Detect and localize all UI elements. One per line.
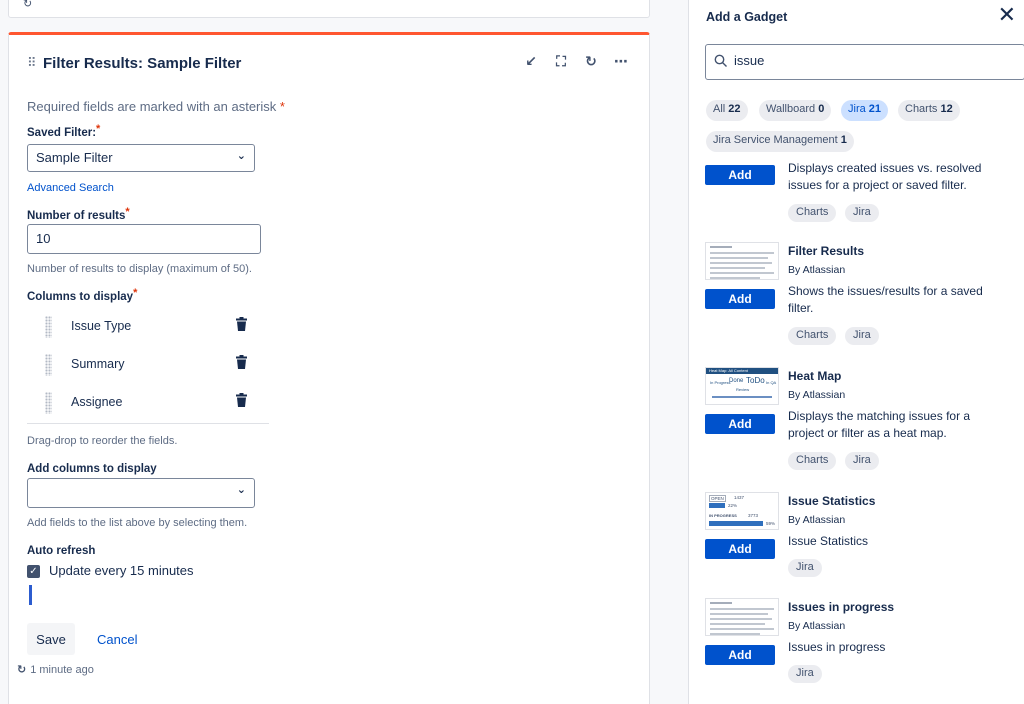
tag: Jira	[845, 204, 879, 222]
thumbnail-text: 22%	[728, 503, 738, 508]
previous-gadget-card: ↻	[8, 0, 650, 18]
refresh-icon: ↻	[23, 0, 33, 10]
gadget-header: ⠿ Filter Results: Sample Filter ↙ ⛶ ↻ ⋯	[9, 35, 649, 91]
thumbnail-text: Done	[729, 378, 744, 384]
tag: Charts	[788, 327, 837, 345]
minimize-icon[interactable]: ↙	[523, 53, 539, 70]
gadget-thumbnail	[705, 242, 779, 280]
add-button[interactable]: Add	[705, 289, 775, 309]
close-icon[interactable]: ✕	[998, 4, 1016, 26]
search-icon	[714, 54, 727, 67]
add-columns-label: Add columns to display	[27, 463, 157, 475]
filter-chip-jsm[interactable]: Jira Service Management 1	[706, 131, 854, 152]
gadget-title: Issue Statistics	[788, 494, 876, 508]
gadget-search[interactable]	[705, 44, 1024, 80]
grip-icon[interactable]	[45, 316, 52, 338]
thumbnail-text: In QA	[766, 380, 777, 385]
gadget-thumbnail: Heat Map: All Content In Progress Done T…	[705, 367, 779, 405]
maximize-icon[interactable]: ⛶	[553, 53, 569, 70]
gadget-title: Heat Map	[788, 369, 842, 383]
thumbnail-text: OPEN	[709, 495, 726, 502]
advanced-search-link[interactable]: Advanced Search	[27, 182, 114, 194]
required-note: Required fields are marked with an aster…	[27, 99, 285, 114]
column-row[interactable]: Assignee	[37, 387, 251, 419]
gadget-author: By Atlassian	[788, 514, 846, 526]
thumbnail-text: 3773	[748, 513, 759, 518]
refresh-icon[interactable]: ↻	[17, 664, 26, 676]
gadget-header-actions: ↙ ⛶ ↻ ⋯	[523, 53, 629, 70]
gadget-description: Displays created issues vs. resolved iss…	[788, 161, 982, 192]
number-of-results-help: Number of results to display (maximum of…	[27, 263, 252, 275]
thumbnail-text: Review	[736, 387, 750, 392]
add-gadget-panel: Add a Gadget ✕ All 22 Wallboard 0 Jira 2…	[688, 0, 1024, 704]
gadget-title: Filter Results: Sample Filter	[43, 55, 242, 72]
add-button[interactable]: Add	[705, 414, 775, 434]
add-button[interactable]: Add	[705, 165, 775, 185]
drag-handle-icon[interactable]: ⠿	[27, 55, 36, 71]
text-caret	[29, 585, 32, 605]
more-options-icon[interactable]: ⋯	[613, 53, 629, 70]
thumbnail-text: 1437	[734, 495, 745, 500]
saved-filter-select[interactable]: Sample Filter ⌄	[27, 144, 255, 172]
grip-icon[interactable]	[45, 354, 52, 376]
panel-title: Add a Gadget	[706, 10, 788, 24]
gadget-author: By Atlassian	[788, 620, 846, 632]
tag: Charts	[788, 204, 837, 222]
gadget-author: By Atlassian	[788, 389, 846, 401]
tag: Charts	[788, 452, 837, 470]
add-button[interactable]: Add	[705, 539, 775, 559]
tag: Jira	[845, 452, 879, 470]
refresh-icon[interactable]: ↻	[583, 53, 599, 70]
column-name: Issue Type	[71, 319, 132, 333]
gadget-description: Shows the issues/results for a saved fil…	[788, 284, 983, 315]
chevron-down-icon: ⌄	[236, 484, 246, 496]
thumbnail-text: 59%	[766, 521, 776, 526]
add-columns-select[interactable]: ⌄	[27, 478, 255, 508]
tag: Jira	[845, 327, 879, 345]
number-of-results-input[interactable]: 10	[27, 224, 261, 254]
filter-chip-jira[interactable]: Jira 21	[841, 100, 889, 121]
add-button[interactable]: Add	[705, 645, 775, 665]
gadget-author: By Atlassian	[788, 264, 846, 276]
gadget-thumbnail: OPEN 1437 22% IN PROGRESS 3773 59%	[705, 492, 779, 530]
gadget-title: Issues in progress	[788, 600, 895, 614]
gadget-card: ⠿ Filter Results: Sample Filter ↙ ⛶ ↻ ⋯ …	[8, 32, 650, 704]
tag: Jira	[788, 665, 822, 683]
column-row[interactable]: Issue Type	[37, 311, 251, 343]
drag-help: Drag-drop to reorder the fields.	[27, 435, 178, 447]
auto-refresh-label: Auto refresh	[27, 545, 96, 557]
search-input[interactable]	[734, 53, 1014, 68]
add-columns-help: Add fields to the list above by selectin…	[27, 517, 248, 529]
column-row[interactable]: Summary	[37, 349, 251, 381]
save-button[interactable]: Save	[27, 623, 75, 655]
chevron-down-icon: ⌄	[236, 150, 246, 162]
trash-icon[interactable]	[236, 317, 247, 331]
thumbnail-text: ToDo	[746, 376, 765, 385]
filter-chip-wallboard[interactable]: Wallboard 0	[759, 100, 832, 121]
gadget-description: Displays the matching issues for a proje…	[788, 409, 971, 440]
thumbnail-text: In Progress	[710, 380, 731, 385]
last-updated: ↻ 1 minute ago	[17, 664, 94, 676]
filter-chip-all[interactable]: All 22	[706, 100, 748, 121]
saved-filter-label: Saved Filter:*	[27, 123, 101, 139]
number-of-results-label: Number of results*	[27, 206, 130, 222]
gadget-description: Issue Statistics	[788, 534, 869, 548]
auto-refresh-checkbox[interactable]: ✓	[27, 565, 40, 578]
gadget-description: Issues in progress	[788, 640, 886, 654]
trash-icon[interactable]	[236, 355, 247, 369]
divider	[27, 423, 269, 424]
grip-icon[interactable]	[45, 392, 52, 414]
gadget-title: Filter Results	[788, 244, 865, 258]
columns-label: Columns to display*	[27, 287, 138, 303]
tag: Jira	[788, 559, 822, 577]
thumbnail-text: IN PROGRESS	[709, 513, 737, 518]
trash-icon[interactable]	[236, 393, 247, 407]
filter-chip-charts[interactable]: Charts 12	[898, 100, 960, 121]
auto-refresh-option: Update every 15 minutes	[49, 563, 194, 578]
column-name: Assignee	[71, 395, 123, 409]
column-name: Summary	[71, 357, 125, 371]
cancel-button[interactable]: Cancel	[97, 632, 137, 647]
thumbnail-text: Heat Map: All Content	[709, 368, 748, 373]
gadget-thumbnail	[705, 598, 779, 636]
